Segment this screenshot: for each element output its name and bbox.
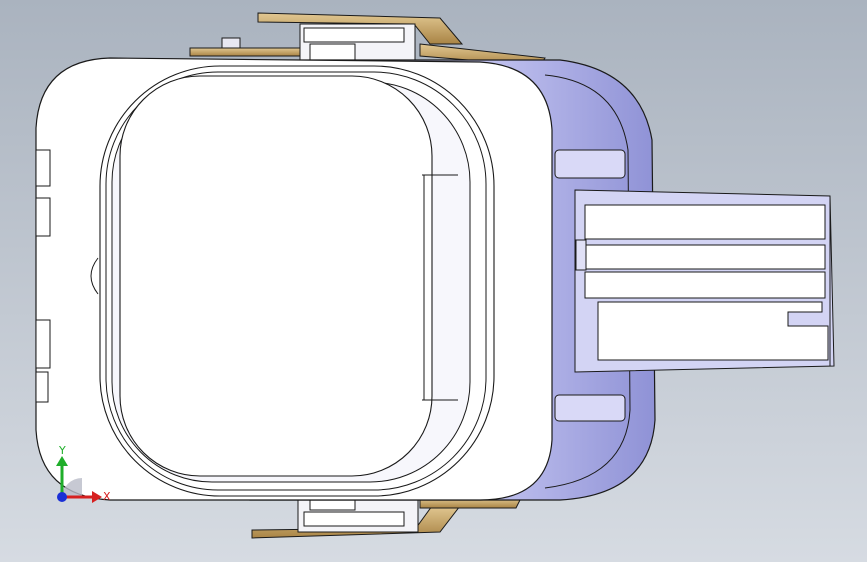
plug-side-notch <box>575 239 587 271</box>
top-terminal-clip-lower <box>189 47 301 57</box>
left-tab-3 <box>35 319 51 369</box>
left-tab-1 <box>35 149 51 187</box>
side-rib-upper <box>554 149 626 179</box>
top-terminal-tab <box>221 37 241 49</box>
triad-z-origin <box>57 492 67 502</box>
triad-y-label: Y <box>58 444 66 457</box>
top-terminal-slot <box>303 27 405 43</box>
top-terminal-slot-inner <box>309 43 356 61</box>
bottom-terminal-slot-inner <box>309 499 356 511</box>
left-tab-2 <box>35 197 51 237</box>
plug-lower-body <box>597 301 829 361</box>
triad-x-label: X <box>103 490 111 503</box>
left-tab-4 <box>35 371 49 403</box>
plug-mid-rail <box>584 244 826 270</box>
cad-graphics-viewport[interactable]: Y X <box>0 0 867 562</box>
plug-rail-3 <box>584 271 826 299</box>
side-rib-lower <box>554 394 626 422</box>
plug-top-rail <box>584 204 826 240</box>
bottom-terminal-slot <box>303 511 405 527</box>
cad-model-canvas[interactable]: Y X <box>0 0 867 562</box>
plug-connector <box>574 189 835 373</box>
mating-face <box>119 75 433 477</box>
